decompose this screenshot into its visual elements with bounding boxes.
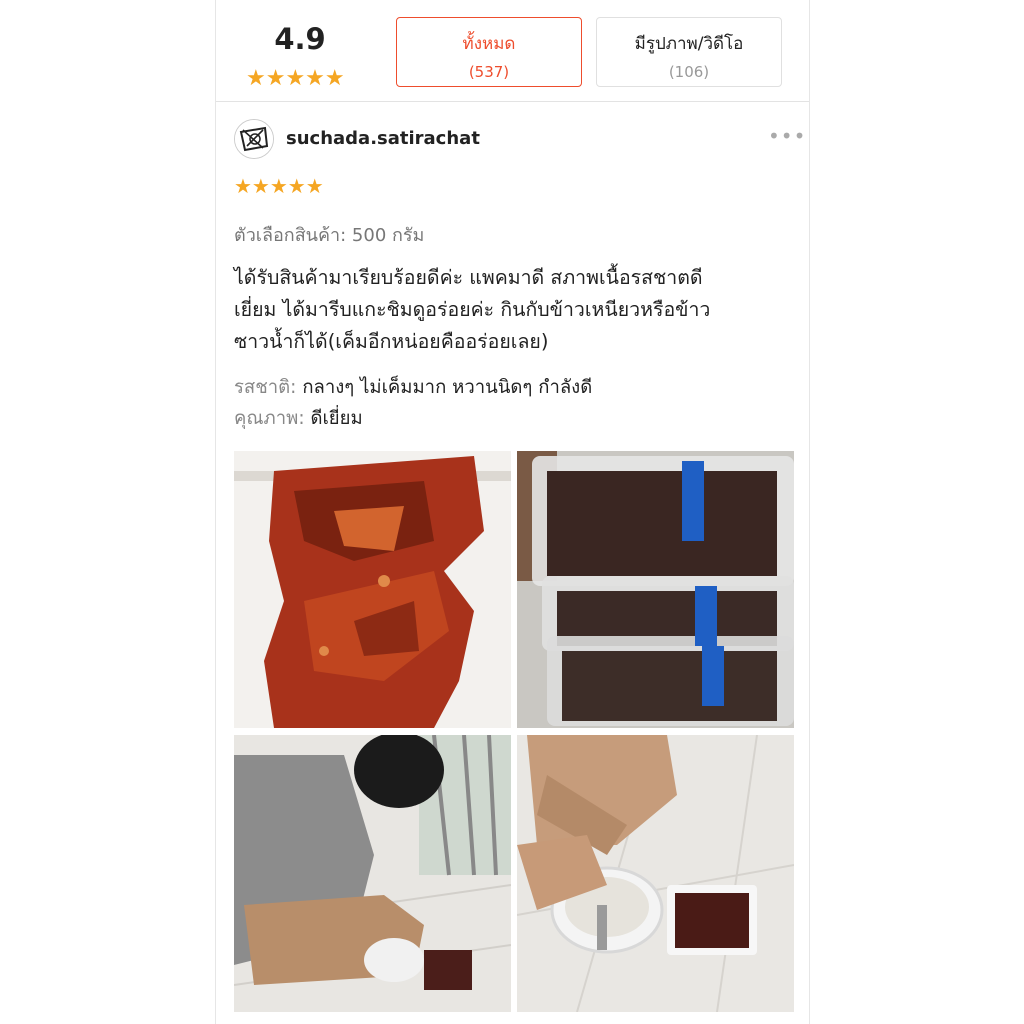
filter-all-button[interactable]: ทั้งหมด (537) — [396, 17, 582, 87]
filter-all-label: ทั้งหมด — [462, 34, 516, 54]
attribute-key: คุณภาพ: — [234, 408, 311, 429]
review-attributes: รสชาติ: กลางๆ ไม่เค็มมาก หวานนิดๆ กำลังด… — [234, 372, 592, 434]
review-photo-person-eating[interactable] — [234, 735, 511, 1012]
reviewer-username[interactable]: suchada.satirachat — [286, 128, 480, 149]
reviews-panel: 4.9 ★★★★★ ทั้งหมด (537) มีรูปภาพ/วิดีโอ … — [215, 0, 810, 1024]
attribute-value: ดีเยี่ยม — [310, 408, 363, 429]
review-photo-jerky[interactable] — [234, 451, 511, 728]
attribute-value: กลางๆ ไม่เค็มมาก หวานนิดๆ กำลังดี — [302, 377, 593, 398]
avatar-sketch-icon — [235, 120, 273, 158]
review-photo-grid — [234, 451, 797, 1013]
attribute-taste: รสชาติ: กลางๆ ไม่เค็มมาก หวานนิดๆ กำลังด… — [234, 372, 592, 403]
product-variant: ตัวเลือกสินค้า: 500 กรัม — [234, 225, 425, 246]
average-rating: 4.9 — [274, 22, 326, 56]
review-stars: ★★★★★ — [234, 174, 324, 198]
avatar[interactable] — [234, 119, 274, 159]
comment-line: ได้รับสินค้ามาเรียบร้อยดีค่ะ แพคมาดี สภา… — [234, 266, 703, 289]
review-comment: ได้รับสินค้ามาเรียบร้อยดีค่ะ แพคมาดี สภา… — [234, 262, 774, 358]
comment-line: เยี่ยม ได้มารีบแกะชิมดูอร่อยค่ะ กินกับข้… — [234, 298, 711, 321]
more-options-icon[interactable]: ••• — [768, 124, 806, 148]
rating-summary: 4.9 ★★★★★ ทั้งหมด (537) มีรูปภาพ/วิดีโอ … — [216, 0, 809, 102]
review-item: suchada.satirachat ••• ★★★★★ ตัวเลือกสิน… — [216, 102, 809, 1024]
filter-media-button[interactable]: มีรูปภาพ/วิดีโอ (106) — [596, 17, 782, 87]
filter-media-label: มีรูปภาพ/วิดีโอ — [634, 34, 744, 54]
attribute-key: รสชาติ: — [234, 377, 303, 398]
average-stars: ★★★★★ — [246, 66, 345, 91]
review-photo-boxes[interactable] — [517, 451, 794, 728]
review-photo-meal[interactable] — [517, 735, 794, 1012]
attribute-quality: คุณภาพ: ดีเยี่ยม — [234, 403, 592, 434]
comment-line: ซาวน้ำก็ได้(เค็มอีกหน่อยคืออร่อยเลย) — [234, 330, 549, 353]
filter-all-count: (537) — [468, 63, 510, 81]
filter-media-count: (106) — [668, 63, 710, 81]
